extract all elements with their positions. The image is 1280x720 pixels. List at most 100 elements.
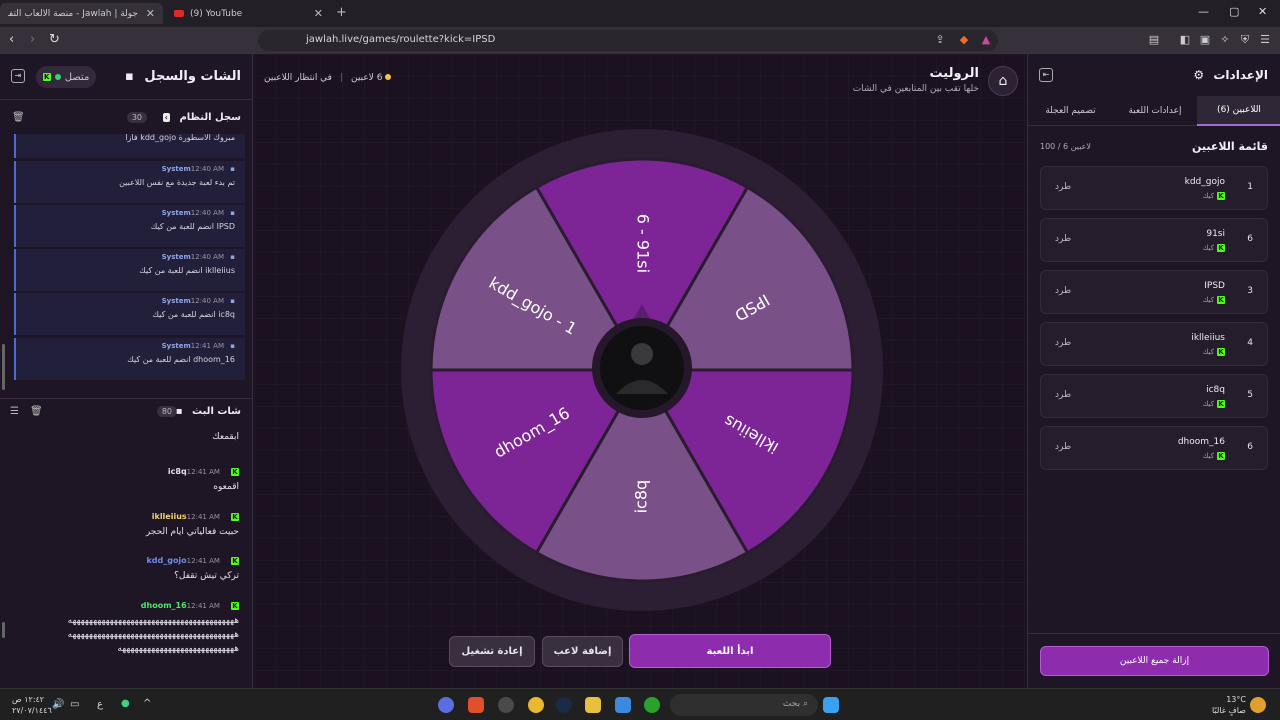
- kick-player-button[interactable]: طرد: [1055, 442, 1071, 452]
- chat-panel-header: ⇥ K متصل الشات والسجل ▪: [0, 54, 253, 100]
- volume-icon[interactable]: 🔊: [52, 699, 64, 710]
- chat-message: K ic8q12:41 AM اقمعوه: [167, 467, 239, 492]
- add-player-button[interactable]: إضافة لاعب: [542, 636, 623, 667]
- start-game-button[interactable]: ابدأ اللعبة: [629, 634, 831, 668]
- file-explorer-icon[interactable]: [585, 697, 601, 713]
- chat-username: iklleiius: [151, 512, 187, 521]
- kick-icon: K: [231, 557, 239, 565]
- reload-icon[interactable]: ↻: [49, 32, 60, 47]
- remove-all-players-button[interactable]: إزالة جميع اللاعبين: [1040, 646, 1269, 676]
- collapse-panel-icon[interactable]: ⇤: [1039, 68, 1053, 82]
- close-tab-icon[interactable]: ✕: [314, 7, 323, 20]
- avatar-head: [631, 343, 653, 365]
- wallet-icon[interactable]: ▣: [1198, 33, 1212, 47]
- discord-icon[interactable]: [438, 697, 454, 713]
- tab-players[interactable]: اللاعبين (6): [1197, 96, 1280, 126]
- rewards-icon[interactable]: ▲: [979, 33, 993, 47]
- start-icon[interactable]: [823, 697, 839, 713]
- player-row: 5 ic8q كيك K طرد: [1040, 374, 1268, 418]
- chrome-icon[interactable]: [528, 697, 544, 713]
- vpn-icon[interactable]: ⛨: [1238, 33, 1252, 47]
- players-count: 6 لاعبين: [351, 73, 383, 83]
- language-icon[interactable]: ع: [97, 699, 103, 710]
- divider: [1028, 633, 1280, 634]
- taskbar-search[interactable]: ⌕ بحث: [670, 694, 818, 716]
- kick-icon: K: [1217, 348, 1225, 356]
- browser-tabbar: جولة | Jawlah - منصة الألعاب التفا ✕ (9)…: [0, 0, 1280, 27]
- brave-shield-icon[interactable]: ◆: [957, 33, 971, 47]
- weather-widget[interactable]: 13°C صافٍ غالبًا: [1212, 694, 1246, 716]
- player-row: 6 dhoom_16 كيك K طرد: [1040, 426, 1268, 470]
- chat-scrollbar[interactable]: [2, 622, 5, 638]
- game-status: 6 لاعبين | في انتظار اللاعبين: [264, 73, 392, 83]
- kick-player-button[interactable]: طرد: [1055, 338, 1071, 348]
- brave-icon[interactable]: [468, 697, 484, 713]
- forward-icon[interactable]: ›: [30, 32, 35, 47]
- settings-panel: ⇤ الإعدادات ⚙ اللاعبين (6) إعدادات اللعب…: [1027, 54, 1280, 688]
- log-entry: ▪ System12:40 AM ic8q انضم للعبة من كيك: [14, 293, 245, 335]
- player-row: 1 kdd_gojo كيك K طرد: [1040, 166, 1268, 210]
- app: ⇥ K متصل الشات والسجل ▪ 🗑 30 سجل النظام …: [0, 54, 1280, 688]
- list-icon[interactable]: ☰: [10, 406, 19, 417]
- log-entry: ▪ System12:41 AM dhoom_16 انضم للعبة من …: [14, 338, 245, 380]
- system-log-list: مبروك الاسطورة kdd_gojo فازا ▪ System12:…: [0, 134, 253, 384]
- trash-icon[interactable]: 🗑: [30, 406, 43, 417]
- tab-youtube[interactable]: (9) YouTube ✕: [166, 3, 331, 24]
- minimize-icon[interactable]: —: [1198, 5, 1209, 18]
- share-icon[interactable]: ⇪: [933, 33, 947, 47]
- obs-icon[interactable]: [498, 697, 514, 713]
- players-limit: 100 / 6 لاعبين: [1040, 142, 1091, 151]
- weather-icon: [1250, 697, 1266, 713]
- tab-wheel-design[interactable]: تصميم العجلة: [1028, 96, 1113, 126]
- stream-chat-count: 80: [156, 406, 177, 417]
- tab-jawlah[interactable]: جولة | Jawlah - منصة الألعاب التفا ✕: [0, 3, 163, 24]
- steam-icon[interactable]: [556, 697, 572, 713]
- kick-player-button[interactable]: طرد: [1055, 234, 1071, 244]
- roulette-wheel[interactable]: 6 - 91siIPSDiklleiiusic8qdhoom_16kdd_goj…: [400, 128, 884, 612]
- chat-icon: ▪: [125, 69, 134, 84]
- game-subtitle: خلها تقب بين المتابعين في الشات: [852, 84, 979, 94]
- xbox-icon[interactable]: [644, 697, 660, 713]
- tab-game-settings[interactable]: إعدادات اللعبة: [1113, 96, 1197, 126]
- home-icon: ⌂: [998, 73, 1008, 89]
- system-log-title: سجل النظام ›: [162, 111, 241, 123]
- chat-log-panel: ⇥ K متصل الشات والسجل ▪ 🗑 30 سجل النظام …: [0, 54, 253, 688]
- mic-icon[interactable]: ●: [121, 698, 130, 709]
- store-icon[interactable]: [615, 697, 631, 713]
- clock[interactable]: ١٢:٤٢ ص ٢٧/٠٧/١٤٤٦: [12, 694, 52, 716]
- close-window-icon[interactable]: ✕: [1258, 5, 1267, 18]
- reader-icon[interactable]: ▤: [1147, 33, 1161, 47]
- network-icon[interactable]: ▭: [70, 699, 79, 710]
- close-tab-icon[interactable]: ✕: [146, 7, 155, 20]
- maximize-icon[interactable]: ▢: [1229, 5, 1239, 18]
- menu-icon[interactable]: ☰: [1258, 33, 1272, 47]
- player-row: 6 91si كيك K طرد: [1040, 218, 1268, 262]
- restart-button[interactable]: إعادة تشغيل: [449, 636, 535, 667]
- kick-icon: K: [231, 513, 239, 521]
- streamer-avatar: [600, 326, 684, 410]
- chat-username: dhoom_16: [140, 601, 187, 610]
- tab-label: جولة | Jawlah - منصة الألعاب التفا: [8, 8, 138, 19]
- status-dot: [54, 74, 61, 80]
- tray-expand-icon[interactable]: ^: [143, 698, 151, 709]
- connection-status: K متصل: [36, 66, 96, 88]
- back-icon[interactable]: ‹: [9, 32, 14, 47]
- collapse-panel-icon[interactable]: ⇥: [11, 69, 25, 83]
- waiting-status: في انتظار اللاعبين: [264, 73, 332, 83]
- kick-icon: K: [231, 468, 239, 476]
- sidebar-icon[interactable]: ◧: [1178, 33, 1192, 47]
- kick-icon: K: [1217, 296, 1225, 304]
- log-entry: ▪ System12:40 AM IPSD انضم للعبة من كيك: [14, 205, 245, 247]
- wheel-segment-label: ic8q: [632, 480, 651, 514]
- settings-tabs: اللاعبين (6) إعدادات اللعبة تصميم العجلة: [1028, 96, 1280, 126]
- extensions-icon[interactable]: ✧: [1218, 33, 1232, 47]
- system-log-header: 🗑 30 سجل النظام ›: [0, 104, 253, 130]
- kick-player-button[interactable]: طرد: [1055, 390, 1071, 400]
- url-field[interactable]: jawlah.live/games/roulette?kick=IPSD: [258, 30, 998, 51]
- kick-player-button[interactable]: طرد: [1055, 286, 1071, 296]
- new-tab-icon[interactable]: +: [336, 5, 347, 20]
- kick-player-button[interactable]: طرد: [1055, 182, 1071, 192]
- trash-icon[interactable]: 🗑: [12, 112, 25, 123]
- home-button[interactable]: ⌂: [988, 66, 1018, 96]
- log-scrollbar[interactable]: [2, 344, 5, 390]
